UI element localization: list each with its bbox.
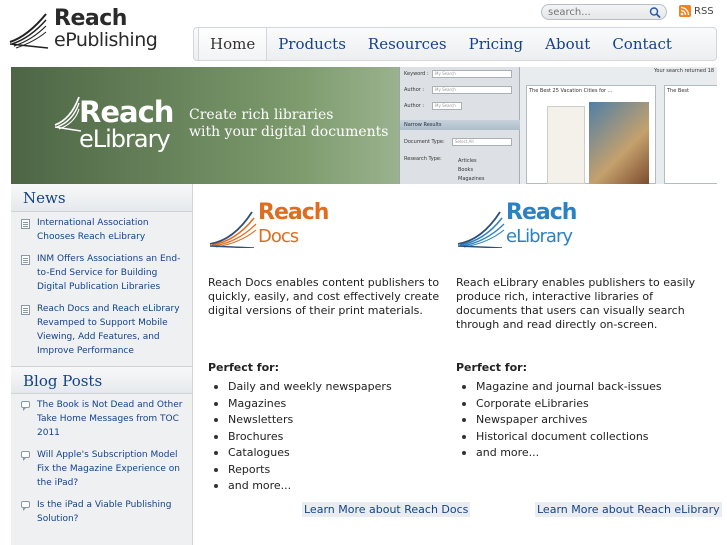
option-books: Books (458, 167, 474, 173)
banner-title-line1: Reach (79, 95, 174, 129)
reach-docs-perfect-for: Perfect for: (208, 361, 279, 374)
blog-item-title: The Book is Not Dead and Other Take Home… (37, 400, 183, 438)
result-tile-title: The Best (667, 88, 689, 94)
news-item[interactable]: Reach Docs and Reach eLibrary Revamped t… (21, 302, 184, 358)
list-item: Newsletters (208, 412, 392, 429)
reach-elibrary-description: Reach eLibrary enables publishers to eas… (456, 276, 696, 331)
rss-icon (679, 5, 691, 17)
blog-heading: Blog Posts (11, 366, 192, 394)
nav-home[interactable]: Home (198, 28, 268, 60)
list-item: and more... (456, 445, 662, 462)
blog-item-title: Will Apple's Subscription Model Fix the … (37, 450, 180, 488)
list-item: Brochures (208, 429, 392, 446)
doctype-select: Select All (452, 138, 512, 146)
banner-tagline: Create rich libraries with your digital … (189, 107, 388, 141)
learn-more-reach-elibrary-link[interactable]: Learn More about Reach eLibrary (535, 502, 722, 517)
result-tile: The Best 25 Vacation Cities for ... (526, 85, 656, 184)
research-label: Research Type: (404, 156, 442, 162)
result-tile: The Best (664, 85, 717, 184)
banner-tagline-line1: Create rich libraries (189, 107, 334, 123)
list-item: Corporate eLibraries (456, 396, 662, 413)
comment-icon (21, 401, 30, 411)
blog-item[interactable]: Will Apple's Subscription Model Fix the … (21, 448, 184, 490)
rss-link[interactable]: RSS (679, 4, 714, 18)
list-item: Daily and weekly newspapers (208, 379, 392, 396)
book-pages-icon (9, 13, 49, 49)
document-icon (21, 305, 30, 315)
book-pages-icon (209, 211, 257, 248)
result-tile-title: The Best 25 Vacation Cities for ... (529, 88, 613, 94)
reach-elibrary-name-line1: Reach (506, 200, 577, 225)
reach-docs-use-list: Daily and weekly newspapers Magazines Ne… (208, 379, 392, 495)
nav-products[interactable]: Products (267, 28, 357, 60)
news-list: International Association Chooses Reach … (11, 212, 192, 358)
comment-icon (21, 451, 30, 461)
news-item[interactable]: International Association Chooses Reach … (21, 216, 184, 244)
app-screenshot: Keyword : My Search Author : My Search A… (399, 67, 717, 184)
search-box (541, 4, 667, 20)
author-field: My Search (432, 86, 512, 94)
search-panel: Keyword : My Search Author : My Search A… (400, 67, 520, 184)
nav-contact[interactable]: Contact (601, 28, 683, 60)
reach-docs-logo[interactable]: Reach Docs (208, 196, 453, 250)
site-logo[interactable]: Reach ePublishing (8, 4, 158, 52)
news-item-title: International Association Chooses Reach … (37, 218, 149, 242)
comment-icon (21, 501, 30, 511)
news-heading: News (11, 184, 192, 212)
keyword-label: Keyword : (404, 71, 429, 77)
blog-item[interactable]: The Book is Not Dead and Other Take Home… (21, 398, 184, 440)
reach-docs-section: Reach Docs Reach Docs enables content pu… (208, 196, 471, 517)
list-item: Reports (208, 462, 392, 479)
blog-item-title: Is the iPad a Viable Publishing Solution… (37, 500, 172, 524)
hero-banner[interactable]: Reach eLibrary Create rich libraries wit… (11, 67, 717, 184)
book-pages-icon (457, 211, 505, 248)
reach-docs-name-line2: Docs (258, 226, 299, 247)
banner-title-line2: eLibrary (79, 125, 171, 153)
search-icon[interactable] (648, 6, 662, 19)
reach-elibrary-logo[interactable]: Reach eLibrary (456, 196, 701, 250)
doctype-label: Document Type: (404, 139, 445, 145)
rss-label: RSS (694, 5, 714, 17)
option-magazines: Magazines (458, 176, 485, 182)
narrow-results-header: Narrow Results (400, 120, 520, 130)
blog-list: The Book is Not Dead and Other Take Home… (11, 394, 192, 526)
photo-thumbnail (589, 102, 649, 184)
author-label: Author : (404, 87, 425, 93)
news-item-title: INM Offers Associations an End-to-End Se… (37, 254, 181, 292)
reach-elibrary-name-line2: eLibrary (506, 226, 573, 247)
list-item: Catalogues (208, 445, 392, 462)
list-item: and more... (208, 478, 392, 495)
list-item: Historical document collections (456, 429, 662, 446)
reach-elibrary-perfect-for: Perfect for: (456, 361, 527, 374)
page-thumbnail (547, 106, 585, 184)
reach-docs-name-line1: Reach (258, 200, 329, 225)
nav-about[interactable]: About (534, 28, 601, 60)
document-icon (21, 255, 30, 265)
sidebar: News International Association Chooses R… (11, 184, 193, 545)
nav-resources[interactable]: Resources (357, 28, 458, 60)
author2-label: Author : (404, 103, 425, 109)
keyword-field: My Search (432, 70, 512, 78)
banner-tagline-line2: with your digital documents (189, 124, 389, 140)
main-nav: Home Products Resources Pricing About Co… (193, 27, 717, 61)
list-item: Magazines (208, 396, 392, 413)
blog-item[interactable]: Is the iPad a Viable Publishing Solution… (21, 498, 184, 526)
learn-more-reach-docs-link[interactable]: Learn More about Reach Docs (302, 502, 471, 517)
option-articles: Articles (458, 158, 477, 164)
results-text: Your search returned 18 (654, 68, 714, 74)
news-item[interactable]: INM Offers Associations an End-to-End Se… (21, 252, 184, 294)
logo-line2: ePublishing (54, 29, 158, 51)
reach-elibrary-section: Reach eLibrary Reach eLibrary enables pu… (456, 196, 722, 517)
list-item: Newspaper archives (456, 412, 662, 429)
search-input[interactable] (548, 6, 644, 19)
author2-field: My Search (432, 102, 462, 110)
document-icon (21, 219, 30, 229)
reach-docs-description: Reach Docs enables content publishers to… (208, 276, 440, 317)
nav-pricing[interactable]: Pricing (458, 28, 535, 60)
reach-elibrary-use-list: Magazine and journal back-issues Corpora… (456, 379, 662, 462)
news-item-title: Reach Docs and Reach eLibrary Revamped t… (37, 304, 180, 356)
list-item: Magazine and journal back-issues (456, 379, 662, 396)
logo-line1: Reach (54, 6, 127, 31)
